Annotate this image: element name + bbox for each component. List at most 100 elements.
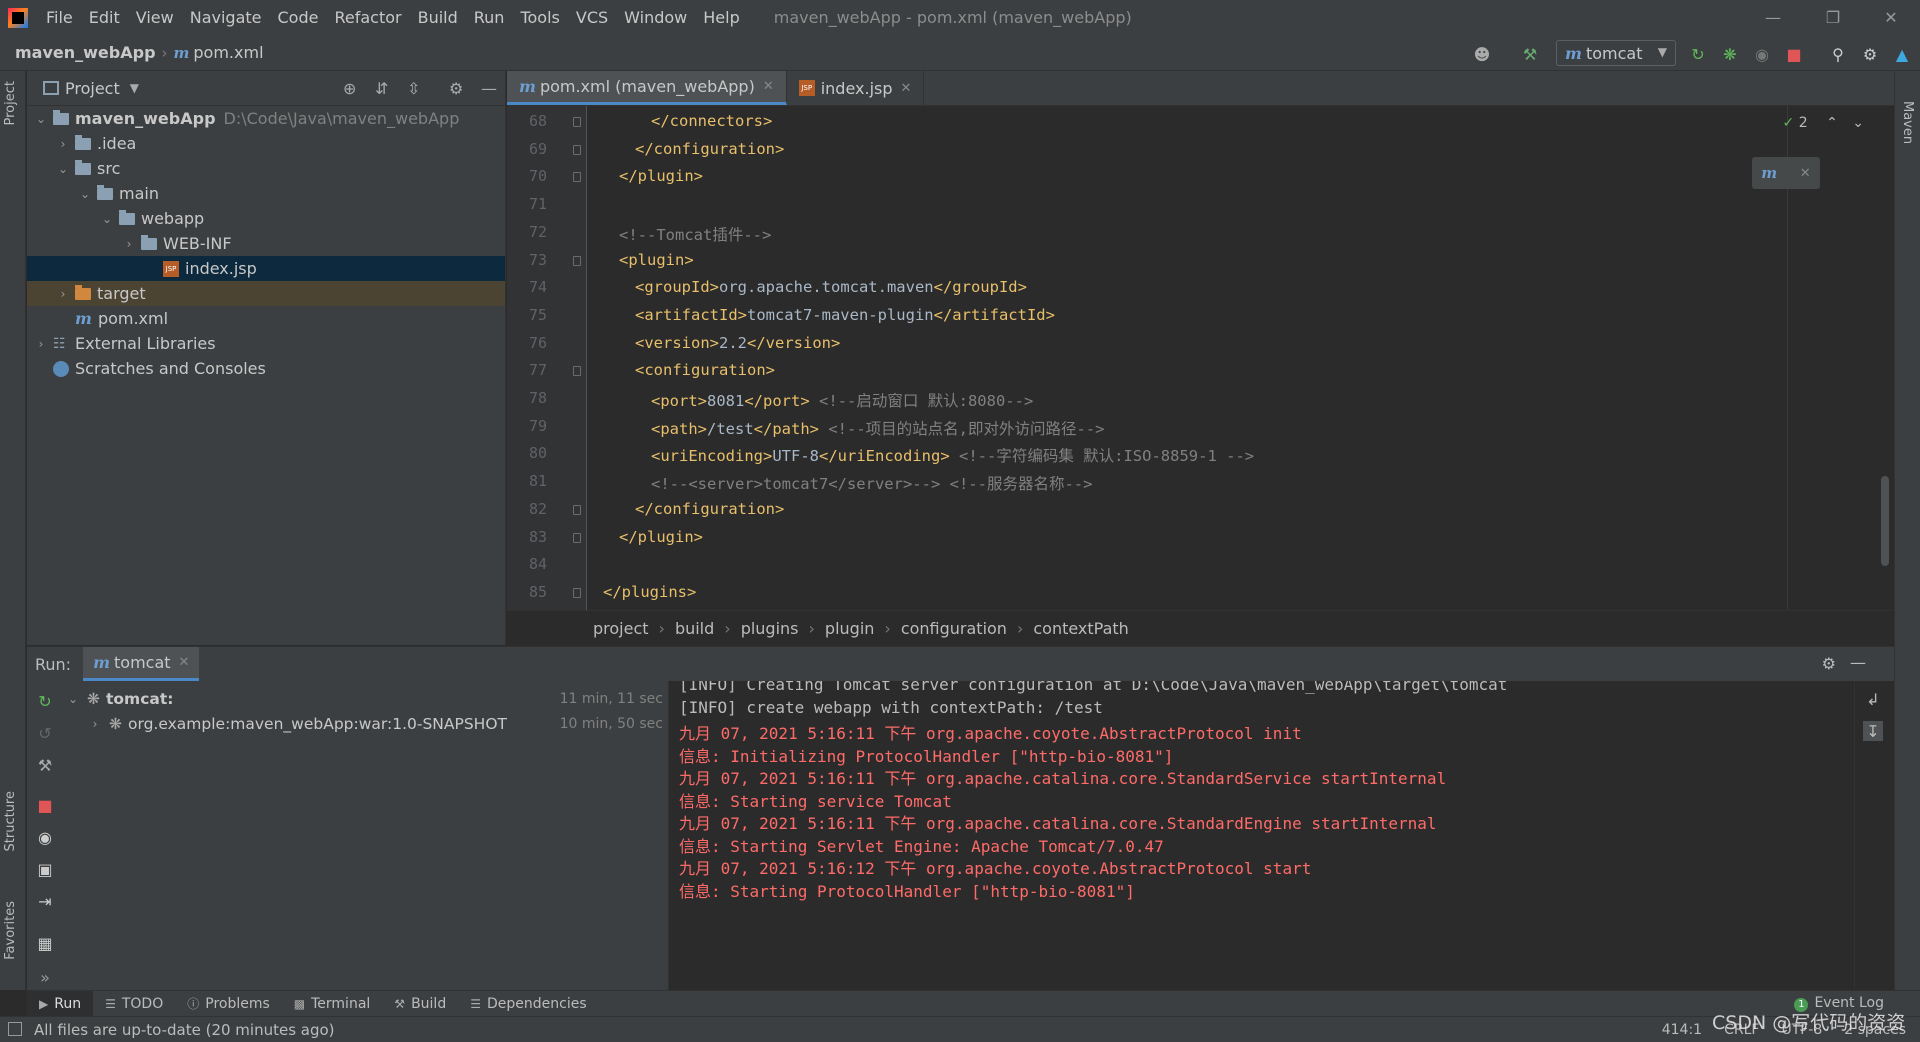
jetbrains-toolbox-icon[interactable]: ▲ bbox=[1890, 42, 1914, 66]
tree-item-main[interactable]: ⌄ main bbox=[27, 181, 505, 206]
fold-marker-icon[interactable] bbox=[573, 144, 581, 155]
toggle-tool-windows-icon[interactable] bbox=[8, 1022, 22, 1036]
chevron-right-icon[interactable]: › bbox=[55, 137, 71, 151]
debug-icon[interactable]: ❋ bbox=[1718, 42, 1742, 66]
breadcrumb-file[interactable]: pom.xml bbox=[193, 43, 263, 62]
chevron-right-icon[interactable]: › bbox=[55, 287, 71, 301]
stripe-favorites[interactable]: Favorites bbox=[3, 901, 18, 960]
tree-item-external-libraries[interactable]: › ☷ External Libraries bbox=[27, 331, 505, 356]
menu-view[interactable]: View bbox=[128, 0, 182, 35]
tree-item-target[interactable]: › target bbox=[27, 281, 505, 306]
fold-marker-icon[interactable] bbox=[573, 117, 581, 127]
fold-marker-icon[interactable] bbox=[573, 255, 581, 266]
build-hammer-icon[interactable]: ⚒ bbox=[1518, 42, 1542, 66]
run-tree-item-artifact[interactable]: › ❋ org.example:maven_webApp:war:1.0-SNA… bbox=[61, 711, 669, 736]
collapse-all-icon[interactable]: ⇳ bbox=[407, 79, 420, 98]
camera-icon[interactable]: ▣ bbox=[35, 859, 55, 879]
search-icon[interactable]: ⚲ bbox=[1826, 42, 1850, 66]
crumb-context-path[interactable]: contextPath bbox=[1033, 619, 1128, 638]
tree-item-index-jsp[interactable]: JSP index.jsp bbox=[27, 256, 505, 281]
tab-index-jsp[interactable]: JSP index.jsp ✕ bbox=[787, 71, 925, 105]
chevron-down-icon[interactable]: ⌄ bbox=[55, 162, 71, 176]
crumb-configuration[interactable]: configuration bbox=[901, 619, 1007, 638]
close-icon[interactable]: ✕ bbox=[1800, 166, 1811, 181]
chevron-down-icon[interactable]: ⌄ bbox=[99, 212, 115, 226]
crumb-plugin[interactable]: plugin bbox=[825, 619, 874, 638]
eye-icon[interactable]: ◉ bbox=[35, 827, 55, 847]
tree-item-idea[interactable]: › .idea bbox=[27, 131, 505, 156]
fold-marker-icon[interactable] bbox=[573, 532, 581, 543]
restore-icon[interactable]: ❐ bbox=[1804, 0, 1862, 35]
menu-refactor[interactable]: Refactor bbox=[326, 0, 409, 35]
menu-window[interactable]: Window bbox=[616, 0, 695, 35]
chevron-right-icon[interactable]: › bbox=[121, 237, 137, 251]
chevron-up-icon[interactable]: ⌃ bbox=[1826, 115, 1838, 131]
run-config-dropdown[interactable]: m tomcat ▼ bbox=[1556, 40, 1676, 66]
scroll-to-end-icon[interactable]: ↧ bbox=[1863, 721, 1883, 741]
menu-run[interactable]: Run bbox=[466, 0, 513, 35]
tool-tab-terminal[interactable]: ▩ Terminal bbox=[282, 991, 383, 1017]
chevron-down-icon[interactable]: ⌄ bbox=[77, 187, 93, 201]
coverage-icon[interactable]: ◉ bbox=[1750, 42, 1774, 66]
rerun-icon[interactable]: ↻ bbox=[35, 691, 55, 711]
stripe-structure[interactable]: Structure bbox=[3, 791, 18, 851]
menu-navigate[interactable]: Navigate bbox=[182, 0, 270, 35]
tool-tab-todo[interactable]: ☰ TODO bbox=[93, 991, 175, 1017]
inspection-widget[interactable]: ✓ 2 ⌃ ⌄ bbox=[1783, 115, 1864, 131]
exit-icon[interactable]: ⇥ bbox=[35, 891, 55, 911]
crumb-build[interactable]: build bbox=[675, 619, 714, 638]
menu-code[interactable]: Code bbox=[270, 0, 327, 35]
fold-marker-icon[interactable] bbox=[573, 504, 581, 515]
tool-tab-build[interactable]: ⚒ Build bbox=[382, 991, 458, 1017]
chevron-down-icon[interactable]: ⌄ bbox=[33, 112, 49, 126]
stop-icon[interactable]: ■ bbox=[35, 795, 55, 815]
editor-scrollbar[interactable] bbox=[1881, 476, 1889, 566]
rerun-icon[interactable]: ↻ bbox=[1686, 42, 1710, 66]
expand-all-icon[interactable]: ⇵ bbox=[375, 79, 388, 98]
soft-wrap-icon[interactable]: ↲ bbox=[1863, 689, 1883, 709]
console-output[interactable]: [INFO] Creating Tomcat server configurat… bbox=[669, 681, 1854, 991]
tab-pom-xml[interactable]: m pom.xml (maven_webApp) ✕ bbox=[507, 71, 787, 105]
restart-failed-icon[interactable]: ↺ bbox=[35, 723, 55, 743]
maven-reload-icon[interactable]: m bbox=[1761, 164, 1777, 182]
crumb-project[interactable]: project bbox=[593, 619, 649, 638]
tree-item-web-inf[interactable]: › WEB-INF bbox=[27, 231, 505, 256]
gear-icon[interactable]: ⚙ bbox=[1858, 42, 1882, 66]
menu-edit[interactable]: Edit bbox=[81, 0, 128, 35]
more-icon[interactable]: » bbox=[35, 967, 55, 987]
hide-panel-icon[interactable]: — bbox=[1850, 653, 1866, 672]
menu-build[interactable]: Build bbox=[410, 0, 466, 35]
stripe-project[interactable]: Project bbox=[3, 81, 18, 125]
menu-tools[interactable]: Tools bbox=[512, 0, 567, 35]
chevron-down-icon[interactable]: ▼ bbox=[130, 81, 139, 95]
menu-file[interactable]: File bbox=[38, 0, 81, 35]
crumb-plugins[interactable]: plugins bbox=[741, 619, 799, 638]
close-window-icon[interactable]: ✕ bbox=[1862, 0, 1920, 35]
minimize-icon[interactable]: — bbox=[1744, 0, 1802, 35]
project-panel-title[interactable]: Project bbox=[65, 79, 120, 98]
tree-item-pom-xml[interactable]: m pom.xml bbox=[27, 306, 505, 331]
chevron-right-icon[interactable]: › bbox=[87, 717, 103, 731]
wrench-icon[interactable]: ⚒ bbox=[35, 755, 55, 775]
locate-icon[interactable]: ⊕ bbox=[343, 79, 356, 98]
fold-marker-icon[interactable] bbox=[573, 366, 581, 377]
chevron-down-icon[interactable]: ⌄ bbox=[1852, 115, 1864, 131]
breadcrumb-project[interactable]: maven_webApp bbox=[15, 43, 156, 62]
menu-vcs[interactable]: VCS bbox=[568, 0, 616, 35]
close-icon[interactable]: ✕ bbox=[179, 655, 190, 670]
user-icon[interactable]: ☻ bbox=[1470, 42, 1494, 66]
tree-item-maven-webapp[interactable]: ⌄ maven_webApp D:\Code\Java\maven_webApp bbox=[27, 106, 505, 131]
run-tab-tomcat[interactable]: m tomcat ✕ bbox=[83, 647, 200, 681]
tool-tab-run[interactable]: ▶ Run bbox=[27, 990, 94, 1017]
chevron-down-icon[interactable]: ⌄ bbox=[65, 692, 81, 706]
run-tree-item-tomcat[interactable]: ⌄ ❋ tomcat: 11 min, 11 sec bbox=[61, 686, 669, 711]
fold-marker-icon[interactable] bbox=[573, 587, 581, 598]
layout-icon[interactable]: ▦ bbox=[35, 933, 55, 953]
hide-panel-icon[interactable]: — bbox=[481, 79, 497, 98]
stripe-maven[interactable]: Maven bbox=[1900, 101, 1915, 144]
chevron-right-icon[interactable]: › bbox=[33, 337, 49, 351]
fold-marker-icon[interactable] bbox=[573, 172, 581, 183]
tool-tab-dependencies[interactable]: ☰ Dependencies bbox=[458, 991, 598, 1017]
menu-help[interactable]: Help bbox=[695, 0, 747, 35]
gear-icon[interactable]: ⚙ bbox=[449, 79, 463, 98]
